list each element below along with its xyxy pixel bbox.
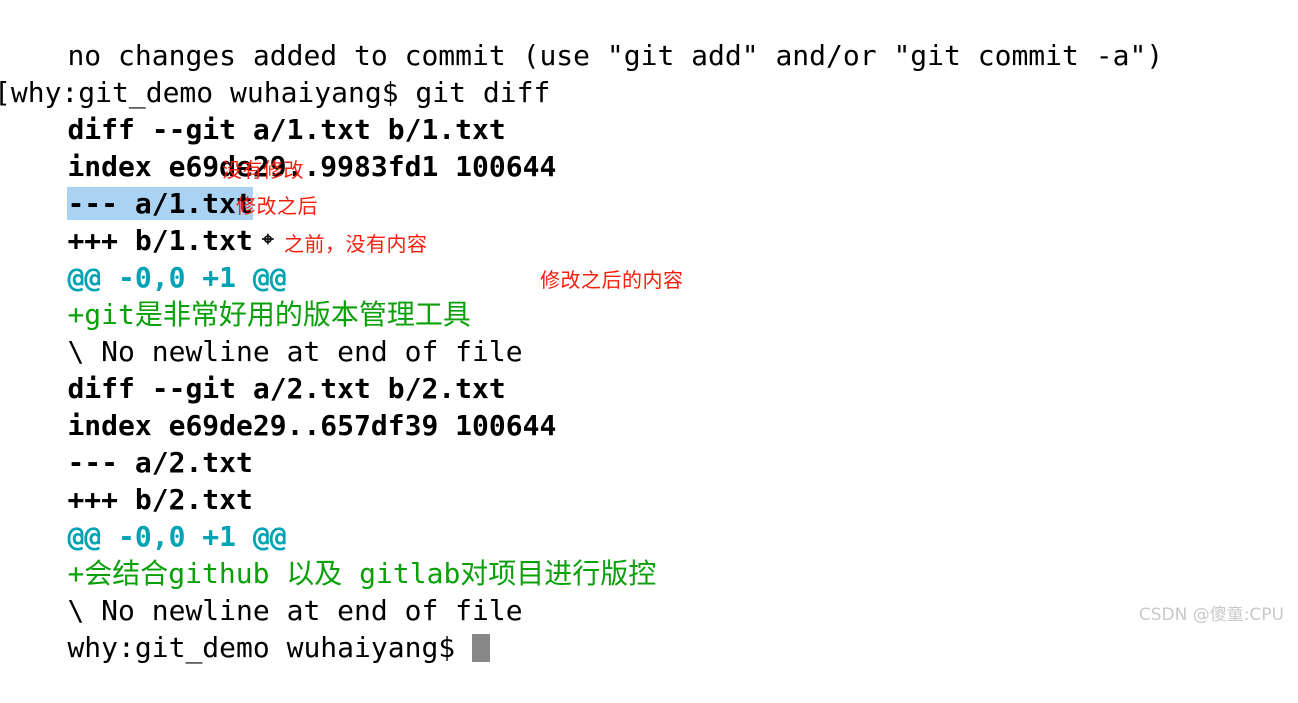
terminal-window[interactable]: no changes added to commit (use "git add…: [0, 0, 1298, 664]
terminal-line-added-1: +git是非常好用的版本管理工具 修改之后的内容: [0, 259, 1298, 331]
annotation-modified-content: 修改之后的内容: [540, 268, 684, 292]
terminal-line-hunk-1: @@ -0,0 +1 @@ ⌖ 之前，没有内容: [0, 222, 1298, 295]
terminal-line-status: no changes added to commit (use "git add…: [0, 0, 1298, 72]
terminal-line-diff-header-1: diff --git a/1.txt b/1.txt: [0, 74, 1298, 146]
terminal-line-new-file-2: +++ b/2.txt: [0, 444, 1298, 516]
annotation-no-modification: 没有修改: [222, 158, 304, 182]
terminal-line-prompt-active[interactable]: why:git_demo wuhaiyang$: [0, 592, 1298, 664]
terminal-line-index-1: index e69de29..9983fd1 100644: [0, 111, 1298, 183]
terminal-line-old-file-1[interactable]: --- a/1.txt 没有修改: [0, 148, 1298, 220]
terminal-line-old-file-2: --- a/2.txt: [0, 407, 1298, 479]
shell-prompt: why:git_demo wuhaiyang$: [67, 631, 473, 664]
terminal-line-diff-header-2: diff --git a/2.txt b/2.txt: [0, 333, 1298, 405]
annotation-after-modification: 修改之后: [236, 194, 318, 218]
terminal-line-added-2: +会结合github 以及 gitlab对项目进行版控: [0, 518, 1298, 590]
terminal-line-new-file-1: +++ b/1.txt 修改之后: [0, 185, 1298, 257]
annotation-before-empty: 之前，没有内容: [284, 232, 428, 256]
terminal-line-no-newline-2: \ No newline at end of file: [0, 555, 1298, 627]
watermark: CSDN @傻童:CPU: [1138, 605, 1284, 625]
terminal-line-hunk-2: @@ -0,0 +1 @@: [0, 481, 1298, 553]
text-cursor-icon: ⌖: [262, 227, 274, 251]
block-cursor: [472, 634, 491, 662]
terminal-line-no-newline-1: \ No newline at end of file: [0, 296, 1298, 368]
terminal-line-prompt-command: [why:git_demo wuhaiyang$ git diff: [0, 37, 1298, 109]
terminal-line-index-2: index e69de29..657df39 100644: [0, 370, 1298, 442]
